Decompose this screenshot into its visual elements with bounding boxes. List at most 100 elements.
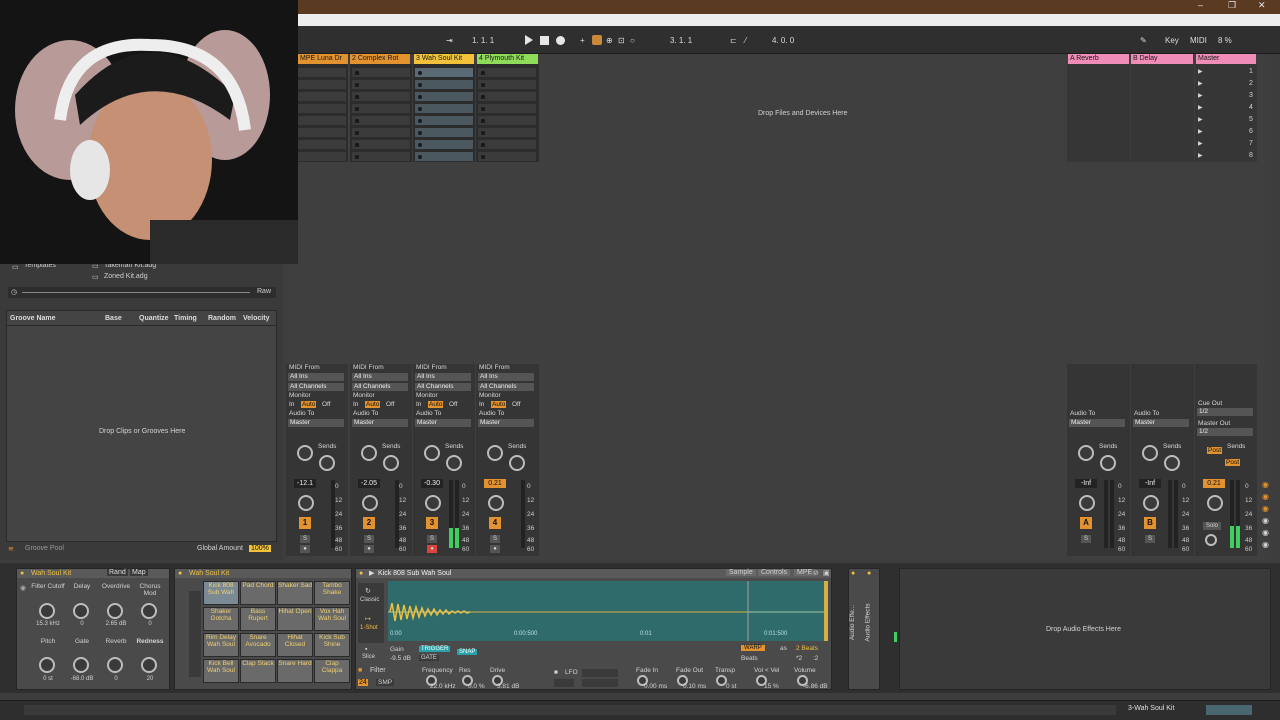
drum-pad[interactable]: Tambo Shake — [314, 581, 350, 605]
volume-value[interactable]: -0.30 — [421, 479, 443, 488]
lfo-rate-field[interactable] — [582, 669, 618, 677]
macro-knob[interactable] — [107, 657, 123, 673]
send-a-knob[interactable] — [487, 445, 503, 461]
send-a-knob[interactable] — [1142, 445, 1158, 461]
pan-knob[interactable] — [1079, 495, 1095, 511]
rand-button[interactable]: Rand — [107, 569, 128, 576]
send-b-knob[interactable] — [446, 455, 462, 471]
raw-button[interactable]: Raw — [257, 288, 271, 295]
vol-vel-value[interactable]: 15 % — [764, 683, 779, 690]
warp-beats-value[interactable]: 2 Beats — [796, 645, 818, 652]
monitor-off-button[interactable]: Off — [322, 401, 331, 408]
solo-button[interactable]: S — [427, 535, 437, 543]
controls-tab[interactable]: Controls — [758, 569, 791, 576]
metronome-icon[interactable]: ○ — [630, 36, 635, 45]
frequency-value[interactable]: 22.0 kHz — [430, 683, 456, 690]
global-amount-value[interactable]: 100% — [249, 545, 271, 552]
lfo-toggle-icon[interactable]: ■ — [554, 669, 558, 676]
arm-button[interactable]: ● — [364, 545, 374, 553]
monitor-in-button[interactable]: In — [353, 401, 358, 408]
track-activator-button[interactable]: 3 — [426, 517, 438, 529]
track-header-3[interactable]: 3 Wah Soul Kit — [414, 54, 474, 64]
gain-value[interactable]: -9.5 dB — [390, 655, 411, 662]
rack-power-icon[interactable]: ● — [20, 570, 24, 577]
volume-value[interactable]: -Inf — [1075, 479, 1097, 488]
clip-slot[interactable] — [352, 92, 410, 102]
lfo-shape-select[interactable] — [554, 679, 574, 687]
macro-knob[interactable] — [39, 603, 55, 619]
overdub-icon[interactable]: + — [580, 36, 585, 45]
audio-to-select[interactable]: Master — [288, 419, 344, 427]
drum-pad[interactable]: Pad Chord — [240, 581, 276, 605]
one-shot-mode-icon[interactable]: ↦ — [365, 615, 371, 623]
midi-channel-select[interactable]: All Channels — [415, 383, 471, 391]
mixer-toggle-icon[interactable]: ◉ — [1262, 516, 1269, 525]
scene-number[interactable]: 7 — [1249, 140, 1253, 147]
preview-play-icon[interactable]: ◷ — [11, 288, 17, 296]
midi-channel-select[interactable]: All Channels — [352, 383, 408, 391]
audio-to-select[interactable]: Master — [415, 419, 471, 427]
warp-button[interactable]: WARP — [741, 645, 765, 651]
clip-slot[interactable] — [415, 140, 473, 150]
volume-value[interactable]: 0.21 — [1203, 479, 1225, 488]
midi-from-select[interactable]: All Ins — [415, 373, 471, 381]
drum-pad[interactable]: Kick 808 Sub Wah — [203, 581, 239, 605]
volume-value[interactable]: -12.1 — [294, 479, 316, 488]
send-b-knob[interactable] — [509, 455, 525, 471]
track-activator-button[interactable]: 2 — [363, 517, 375, 529]
sample-tab[interactable]: Sample — [726, 569, 756, 576]
clip-slot[interactable] — [415, 92, 473, 102]
groove-pool-icon[interactable]: ≋ — [8, 545, 14, 553]
capture-icon[interactable]: ⊕ — [606, 36, 613, 45]
clip-slot[interactable] — [415, 80, 473, 90]
crossfader-toggle-icon[interactable]: ◉ — [1262, 528, 1269, 537]
macro-knob[interactable] — [141, 657, 157, 673]
drum-pad[interactable]: Vox Hah Wah Soul — [314, 607, 350, 631]
audio-to-select[interactable]: Master — [352, 419, 408, 427]
groove-column-header[interactable]: Velocity — [243, 315, 269, 322]
drive-value[interactable]: 3.81 dB — [497, 683, 519, 690]
play-button[interactable] — [525, 35, 533, 45]
solo-button[interactable]: Solo — [1203, 522, 1221, 530]
delay-toggle-icon[interactable]: ◉ — [1262, 540, 1269, 549]
groove-column-header[interactable]: Timing — [174, 315, 197, 322]
midi-channel-select[interactable]: All Channels — [288, 383, 344, 391]
macro-knob[interactable] — [107, 603, 123, 619]
drum-pad[interactable]: Kick Bell Wah Soul — [203, 659, 239, 683]
gate-button[interactable]: GATE — [419, 655, 439, 661]
monitor-in-button[interactable]: In — [479, 401, 484, 408]
clip-slot[interactable] — [478, 140, 536, 150]
classic-mode-button[interactable]: Classic — [360, 597, 379, 603]
double-tempo-button[interactable]: *2 — [796, 655, 802, 662]
monitor-in-button[interactable]: In — [416, 401, 421, 408]
hot-swap-icon[interactable]: ⊘ — [813, 569, 819, 577]
session-record-icon[interactable]: ⊡ — [618, 36, 625, 45]
clip-overview-thumb[interactable] — [1206, 705, 1252, 715]
scene-number[interactable]: 3 — [1249, 92, 1253, 99]
groove-column-header[interactable]: Random — [208, 315, 236, 322]
scene-launch-icon[interactable]: ▶ — [1198, 116, 1203, 123]
drum-pad[interactable]: Hihat Closed — [277, 633, 313, 657]
clip-slot[interactable] — [478, 80, 536, 90]
midi-from-select[interactable]: All Ins — [478, 373, 534, 381]
record-button[interactable] — [556, 36, 565, 45]
track-header-4[interactable]: 4 Plymouth Kit — [477, 54, 538, 64]
drum-pad[interactable]: Hihat Open — [277, 607, 313, 631]
audio-to-select[interactable]: Master — [1069, 419, 1125, 427]
midi-from-select[interactable]: All Ins — [288, 373, 344, 381]
scene-launch-icon[interactable]: ▶ — [1198, 92, 1203, 99]
macro-knob[interactable] — [73, 657, 89, 673]
half-tempo-button[interactable]: :2 — [813, 655, 818, 662]
transpose-value[interactable]: 0 st — [726, 683, 736, 690]
cue-out-select[interactable]: 1/2 — [1197, 408, 1253, 416]
filter-slope[interactable]: 24 — [358, 679, 368, 686]
midi-from-select[interactable]: All Ins — [352, 373, 408, 381]
monitor-auto-button[interactable]: Auto — [491, 401, 507, 408]
scene-number[interactable]: 8 — [1249, 152, 1253, 159]
scene-launch-icon[interactable]: ▶ — [1198, 152, 1203, 159]
loop-start[interactable]: 3. 1. 1 — [670, 36, 692, 45]
slice-mode-button[interactable]: Slice — [362, 654, 375, 660]
filter-toggle-icon[interactable]: ■ — [358, 667, 362, 674]
clip-slot[interactable] — [415, 116, 473, 126]
minimize-button[interactable]: – — [1198, 0, 1203, 10]
